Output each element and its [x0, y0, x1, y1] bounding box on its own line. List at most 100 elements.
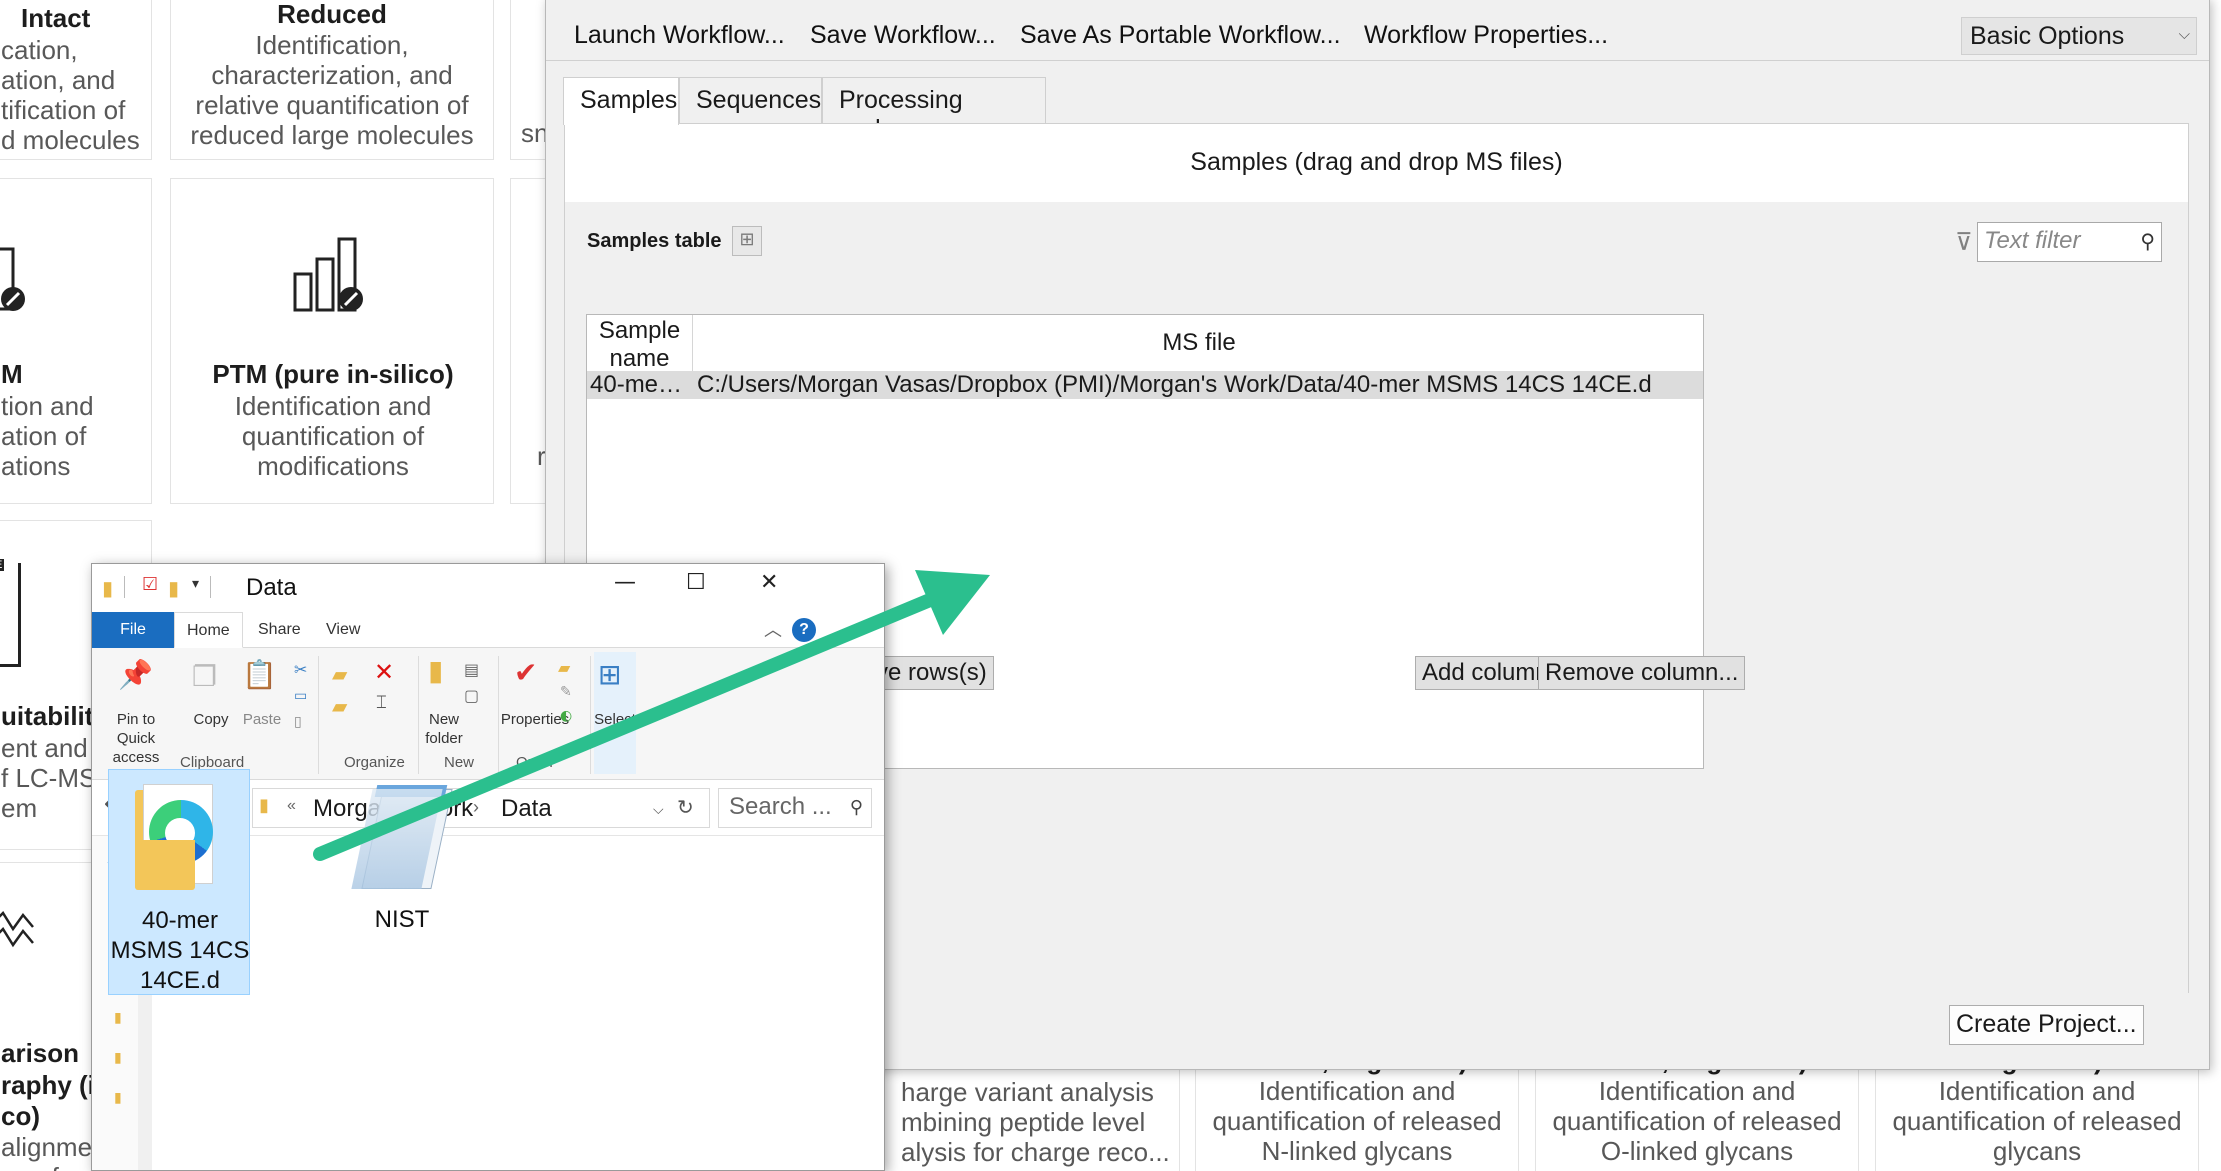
- explorer-title: Data: [246, 574, 297, 601]
- close-icon[interactable]: ✕: [760, 570, 778, 595]
- ribbon-tabs: File Home Share View ︿ ?: [92, 612, 884, 648]
- tab-file[interactable]: File: [92, 612, 174, 648]
- history-icon[interactable]: ◐: [560, 708, 572, 724]
- edit-icon[interactable]: ✎: [560, 684, 572, 700]
- column-header-ms-file[interactable]: MS file: [693, 315, 1705, 371]
- maximize-icon[interactable]: ☐: [686, 570, 706, 595]
- card-desc-line: quantification of released: [1212, 1106, 1502, 1136]
- launch-workflow-button[interactable]: Launch Workflow...: [574, 21, 785, 50]
- samples-table-label: Samples table: [587, 230, 722, 252]
- workflow-card-ptm-insilico[interactable]: PTM (pure in-silico) Identification and …: [170, 178, 494, 504]
- card-desc-line: quantification of: [241, 421, 425, 451]
- card-desc-line: N-linked glycans: [1261, 1136, 1453, 1166]
- collapse-ribbon-icon[interactable]: ︿: [764, 616, 782, 642]
- properties-quick-icon[interactable]: ☑: [142, 574, 158, 595]
- delete-icon[interactable]: ✕: [374, 658, 394, 686]
- select-icon[interactable]: ⊞: [598, 658, 621, 691]
- paste-button[interactable]: Paste: [236, 710, 288, 729]
- breadcrumb-item[interactable]: Data: [501, 795, 552, 823]
- text-filter-input[interactable]: Text filter ⚲: [1977, 222, 2162, 262]
- bar-chart-icon: [293, 237, 363, 312]
- create-project-button[interactable]: Create Project...: [1949, 1005, 2144, 1045]
- tab-samples[interactable]: Samples: [563, 77, 679, 125]
- card-desc-line: tion and: [1, 391, 94, 421]
- card-desc-line: Identification,: [255, 30, 409, 60]
- file-name-line: NIST: [374, 906, 430, 933]
- new-folder-icon[interactable]: ▮: [428, 654, 443, 687]
- paste-shortcut-icon[interactable]: ▯: [294, 714, 302, 730]
- column-header-sample-name[interactable]: Sample name: [587, 315, 693, 372]
- card-desc-line: tification of: [1, 95, 126, 125]
- new-folder-quick-icon[interactable]: ▮: [168, 576, 179, 600]
- tab-share[interactable]: Share: [246, 612, 313, 648]
- move-to-icon[interactable]: ▰: [332, 662, 347, 686]
- properties-icon[interactable]: ✔: [514, 656, 537, 689]
- table-row[interactable]: 40-mer M... C:/Users/Morgan Vasas/Dropbo…: [587, 371, 1703, 399]
- group-separator: [318, 656, 319, 774]
- folder-icon[interactable]: ▮: [114, 1090, 122, 1106]
- cut-icon[interactable]: ✂: [294, 660, 307, 679]
- search-placeholder: Search ...: [729, 793, 832, 820]
- document-icon: DE: [0, 559, 21, 667]
- save-workflow-button[interactable]: Save Workflow...: [810, 21, 996, 50]
- card-desc-line: Identification and: [1598, 1076, 1796, 1106]
- customize-quick-access-icon[interactable]: ▾: [192, 576, 199, 592]
- workflow-card-reduced[interactable]: Reduced Identification, characterization…: [170, 0, 494, 160]
- file-name-line: 14CE.d: [139, 967, 221, 994]
- copy-button[interactable]: Copy: [186, 710, 236, 729]
- rename-icon[interactable]: ⌶: [376, 692, 387, 713]
- tab-home[interactable]: Home: [174, 612, 243, 648]
- minimize-icon[interactable]: —: [614, 570, 636, 595]
- easy-access-icon[interactable]: ▢: [464, 686, 479, 705]
- explorer-titlebar: ▮ ☑ ▮ ▾ Data — ☐ ✕: [92, 564, 884, 612]
- select-button[interactable]: Select: [592, 710, 638, 729]
- remove-column-button[interactable]: Remove column...: [1538, 656, 1746, 690]
- pin-icon[interactable]: 📌: [118, 658, 153, 691]
- refresh-icon[interactable]: ↻: [677, 795, 694, 820]
- notepad-icon: [351, 779, 454, 899]
- card-desc-line: Identification and: [234, 391, 432, 421]
- tab-sequences[interactable]: Sequences: [679, 77, 822, 123]
- card-title: PTM (pure in-silico): [212, 359, 454, 389]
- tab-processing-nodes[interactable]: Processing nodes: [822, 77, 1046, 143]
- bar-chart-icon: [0, 247, 25, 311]
- chevron-down-icon: ⌵: [2178, 26, 2190, 43]
- card-desc-line: f LC-MS: [1, 763, 97, 793]
- card-desc-line: quantification of released: [1892, 1106, 2182, 1136]
- file-name-line: MSMS 14CS: [110, 937, 250, 964]
- workflow-card-intact[interactable]: Intact cation, ation, and tification of …: [0, 0, 152, 160]
- help-icon[interactable]: ?: [792, 618, 816, 642]
- open-icon[interactable]: ▰: [558, 658, 570, 677]
- search-icon[interactable]: ⚲: [2140, 229, 2155, 254]
- copy-icon[interactable]: ❐: [192, 660, 217, 693]
- new-item-icon[interactable]: ▤: [464, 660, 479, 679]
- card-desc-line: ations: [1, 451, 71, 481]
- pin-to-quick-access-button[interactable]: Pin to Quick access: [96, 710, 176, 767]
- samples-drop-heading: Samples (drag and drop MS files): [1190, 148, 1563, 176]
- address-bar[interactable]: ▮ « Morgan's Work › Data ⌵ ↻: [252, 788, 710, 828]
- group-separator: [498, 656, 499, 774]
- file-item-selected[interactable]: 40-mer MSMS 14CS 14CE.d: [108, 769, 250, 995]
- add-sample-icon[interactable]: ⊞: [732, 226, 762, 256]
- waveform-icon: [0, 911, 34, 948]
- folder-icon[interactable]: ▮: [114, 1050, 122, 1066]
- options-level-select[interactable]: Basic Options ⌵: [1961, 17, 2197, 55]
- file-item[interactable]: NIST: [340, 769, 464, 995]
- filter-icon[interactable]: ⊽: [1955, 228, 1973, 256]
- folder-icon: ▮: [259, 795, 269, 815]
- new-folder-button[interactable]: New folder: [420, 710, 468, 748]
- cell-ms-file: C:/Users/Morgan Vasas/Dropbox (PMI)/Morg…: [697, 371, 1652, 398]
- search-icon: ⚲: [849, 797, 863, 817]
- search-input[interactable]: Search ... ⚲: [718, 788, 872, 828]
- workflow-card-ptm[interactable]: M tion and ation of ations: [0, 178, 152, 504]
- copy-to-icon[interactable]: ▰: [332, 694, 347, 718]
- copy-path-icon[interactable]: ▭: [294, 688, 307, 704]
- folder-icon[interactable]: ▮: [114, 1010, 122, 1026]
- tab-view[interactable]: View: [314, 612, 372, 648]
- paste-icon[interactable]: 📋: [242, 658, 277, 691]
- save-portable-workflow-button[interactable]: Save As Portable Workflow...: [1020, 21, 1341, 50]
- workflow-properties-button[interactable]: Workflow Properties...: [1364, 21, 1608, 50]
- breadcrumb-overflow[interactable]: «: [287, 797, 296, 815]
- card-desc-line: characterization, and: [211, 60, 453, 90]
- address-dropdown-icon[interactable]: ⌵: [653, 801, 664, 818]
